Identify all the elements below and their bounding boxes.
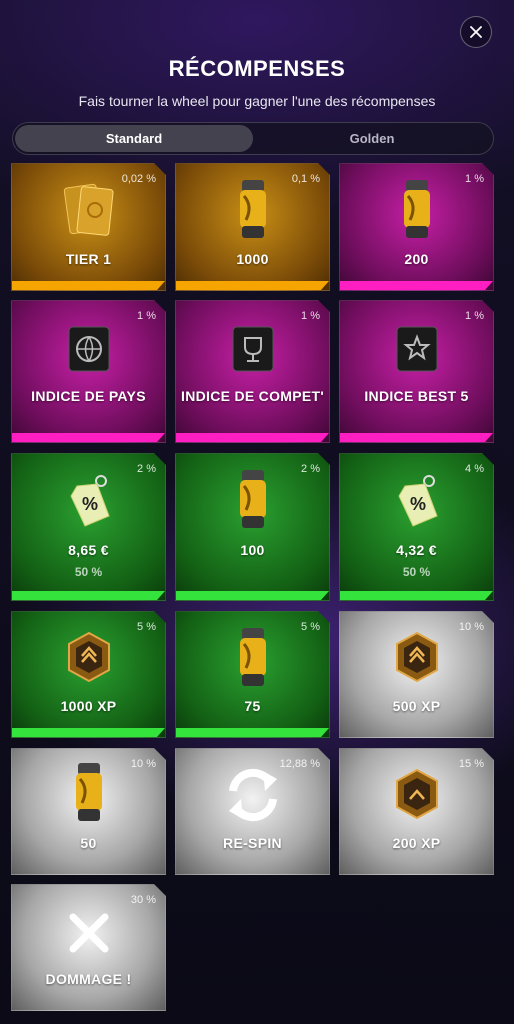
probability: 4 % — [465, 463, 484, 475]
reward-label: 500 XP — [392, 698, 441, 714]
close-icon — [470, 26, 482, 38]
globe-chip-icon — [66, 323, 112, 375]
reward-card[interactable]: 0,1 % 1000 — [175, 163, 330, 291]
svg-text:%: % — [409, 494, 425, 514]
probability: 5 % — [301, 621, 320, 633]
reward-card[interactable]: 15 % 200 XP — [339, 748, 494, 875]
probability: 10 % — [458, 621, 484, 633]
reward-card[interactable]: 10 % 50 — [11, 748, 166, 875]
discount-tag-icon: % — [391, 472, 443, 530]
probability: 12,88 % — [279, 758, 320, 770]
rarity-bar — [340, 281, 493, 290]
reward-card[interactable]: 1 % INDICE DE PAYS — [11, 300, 166, 443]
reward-card[interactable]: 5 % 75 — [175, 611, 330, 738]
probability: 15 % — [458, 758, 484, 770]
tab-standard[interactable]: Standard — [15, 125, 253, 152]
rarity-bar — [340, 728, 493, 737]
probability: 30 % — [130, 894, 156, 906]
respin-icon — [223, 765, 283, 825]
rarity-bar — [176, 728, 329, 737]
rarity-bar — [12, 281, 165, 290]
capsule-icon — [69, 759, 109, 825]
xp-badge-icon — [392, 767, 442, 821]
probability: 2 % — [301, 463, 320, 475]
reward-card[interactable]: 1 % INDICE DE COMPET' — [175, 300, 330, 443]
card-pack-icon — [57, 182, 121, 240]
reward-label: 75 — [244, 698, 261, 714]
rarity-bar — [12, 591, 165, 600]
capsule-icon — [397, 176, 437, 242]
reward-label: TIER 1 — [65, 251, 112, 267]
page-title: RÉCOMPENSES — [168, 56, 346, 81]
rarity-bar — [176, 591, 329, 600]
reward-label: 1000 — [236, 251, 269, 267]
probability: 1 % — [301, 310, 320, 322]
probability: 0,1 % — [291, 173, 320, 185]
xp-badge-icon — [392, 630, 442, 684]
capsule-icon — [233, 624, 273, 690]
discount-percent: 50 % — [74, 565, 103, 579]
capsule-icon — [233, 466, 273, 532]
reward-card[interactable]: 2 % 100 — [175, 453, 330, 601]
reward-label: 4,32 € — [396, 542, 437, 558]
probability: 0,02 % — [121, 173, 156, 185]
tab-bar: Standard Golden — [12, 122, 494, 155]
reward-card[interactable]: 2 % % 8,65 € 50 % — [11, 453, 166, 601]
rarity-bar — [12, 728, 165, 737]
probability: 10 % — [130, 758, 156, 770]
reward-card[interactable]: 10 % 500 XP — [339, 611, 494, 738]
trophy-chip-icon — [230, 323, 276, 375]
rarity-bar — [176, 281, 329, 290]
reward-label: RE-SPIN — [223, 835, 282, 851]
reward-card[interactable]: 4 % % 4,32 € 50 % — [339, 453, 494, 601]
probability: 2 % — [137, 463, 156, 475]
discount-tag-icon: % — [63, 472, 115, 530]
reward-label: 8,65 € — [68, 542, 109, 558]
probability: 1 % — [465, 310, 484, 322]
reward-label: INDICE DE COMPET' — [181, 388, 324, 404]
reward-label: INDICE BEST 5 — [364, 388, 469, 404]
rarity-bar — [12, 433, 165, 442]
rarity-bar — [340, 591, 493, 600]
reward-label: 100 — [240, 542, 265, 558]
xp-badge-icon — [64, 630, 114, 684]
cross-icon — [67, 911, 111, 955]
reward-label: 200 XP — [392, 835, 441, 851]
probability: 1 % — [137, 310, 156, 322]
reward-card[interactable]: 12,88 % RE-SPIN — [175, 748, 330, 875]
svg-text:%: % — [81, 494, 97, 514]
reward-card[interactable]: 0,02 % TIER 1 — [11, 163, 166, 291]
reward-label: 50 — [80, 835, 97, 851]
reward-label: 1000 XP — [60, 698, 117, 714]
tab-golden[interactable]: Golden — [253, 125, 491, 152]
probability: 5 % — [137, 621, 156, 633]
probability: 1 % — [465, 173, 484, 185]
reward-label: 200 — [404, 251, 429, 267]
rarity-bar — [340, 433, 493, 442]
star-chip-icon — [394, 323, 440, 375]
page-subtitle: Fais tourner la wheel pour gagner l'une … — [78, 93, 436, 109]
reward-card[interactable]: 1 % 200 — [339, 163, 494, 291]
reward-card[interactable]: 30 % DOMMAGE ! — [11, 884, 166, 1011]
reward-card[interactable]: 1 % INDICE BEST 5 — [339, 300, 494, 443]
reward-label: INDICE DE PAYS — [31, 388, 146, 404]
discount-percent: 50 % — [402, 565, 431, 579]
reward-card[interactable]: 5 % 1000 XP — [11, 611, 166, 738]
close-button[interactable] — [460, 16, 492, 48]
capsule-icon — [233, 176, 273, 242]
rarity-bar — [176, 433, 329, 442]
reward-label: DOMMAGE ! — [45, 971, 132, 987]
